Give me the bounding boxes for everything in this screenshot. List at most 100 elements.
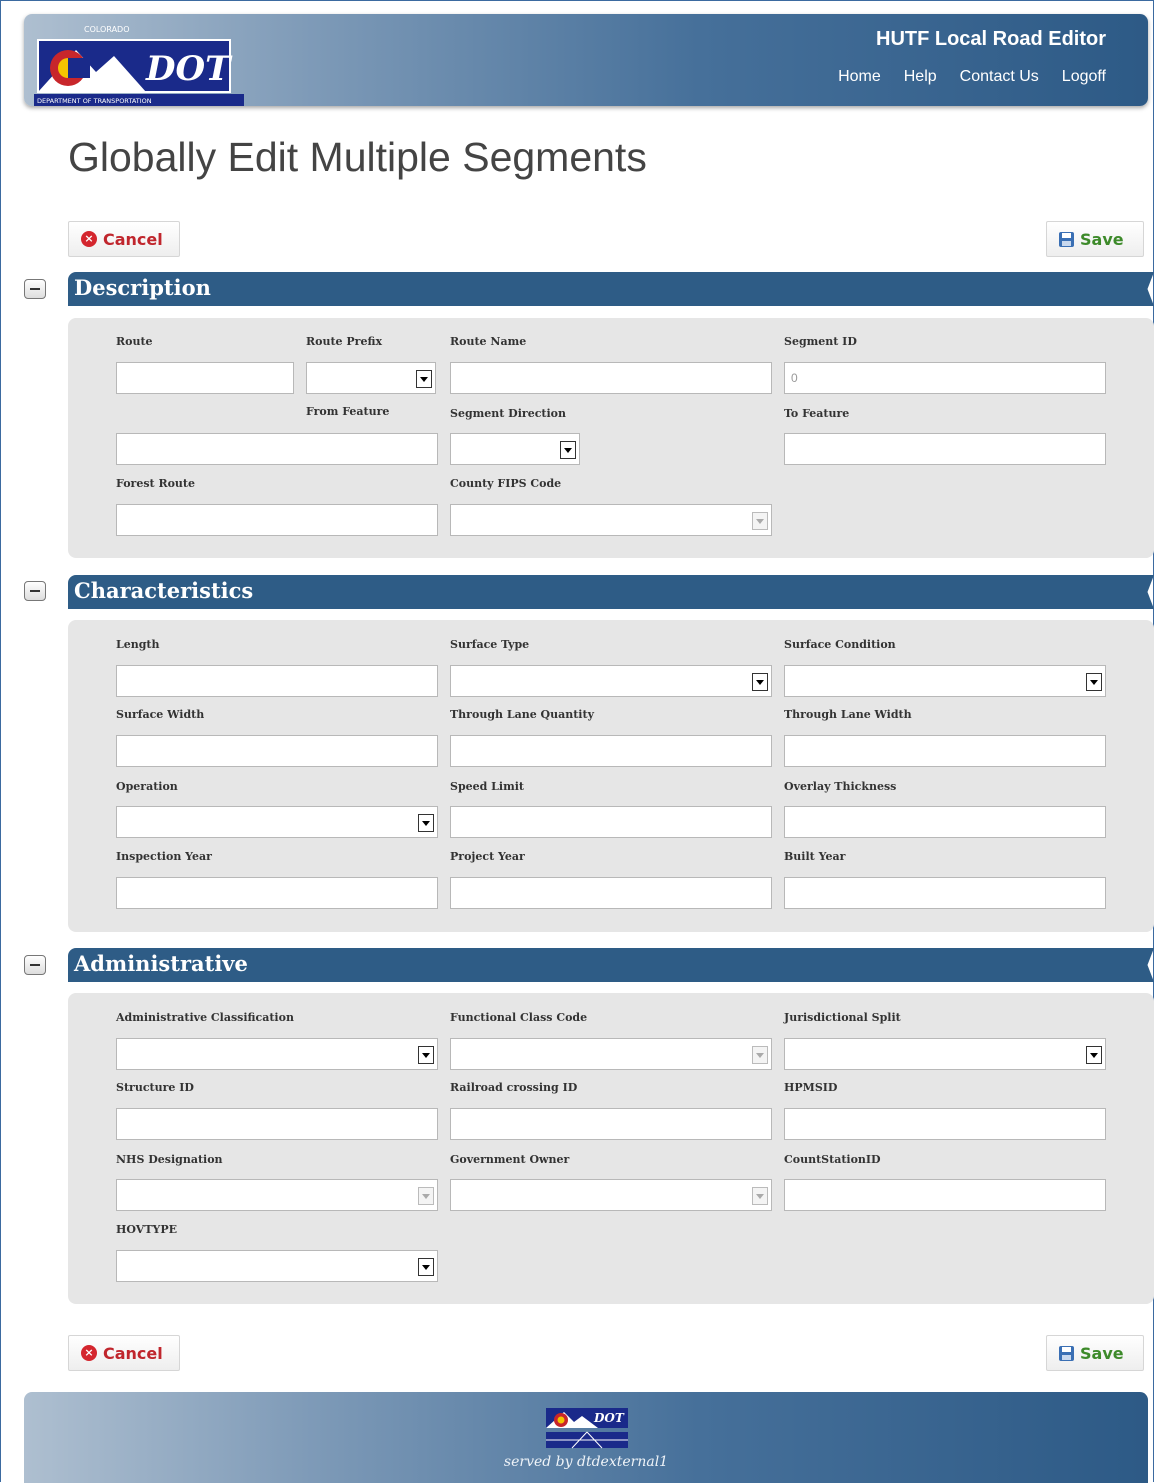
functional-class-label: Functional Class Code bbox=[450, 1011, 588, 1024]
administrative-header[interactable]: Administrative bbox=[68, 948, 1154, 982]
floppy-disk-icon bbox=[1059, 1345, 1074, 1361]
chevron-down-icon bbox=[418, 1046, 434, 1064]
hovtype-label: HOVTYPE bbox=[116, 1223, 178, 1236]
chevron-down-icon bbox=[752, 1187, 768, 1205]
overlay-thickness-label: Overlay Thickness bbox=[784, 780, 897, 793]
through-lane-quantity-label: Through Lane Quantity bbox=[450, 708, 594, 721]
speed-limit-label: Speed Limit bbox=[450, 780, 524, 793]
project-year-label: Project Year bbox=[450, 850, 525, 863]
top-nav: Home Help Contact Us Logoff bbox=[838, 68, 1106, 86]
chevron-down-icon bbox=[416, 370, 432, 388]
railroad-id-label: Railroad crossing ID bbox=[450, 1081, 578, 1094]
hovtype-select[interactable] bbox=[116, 1250, 438, 1282]
nhs-select[interactable] bbox=[116, 1179, 438, 1211]
cancel-icon: × bbox=[81, 1345, 97, 1361]
admin-class-select[interactable] bbox=[116, 1038, 438, 1070]
inspection-year-input[interactable] bbox=[116, 877, 438, 909]
forest-route-input[interactable] bbox=[116, 504, 438, 536]
save-label: Save bbox=[1080, 1343, 1124, 1363]
segment-direction-label: Segment Direction bbox=[450, 407, 566, 420]
admin-class-label: Administrative Classification bbox=[116, 1011, 294, 1024]
logo-top-text: COLORADO bbox=[84, 25, 130, 34]
from-feature-input[interactable] bbox=[116, 433, 438, 465]
forest-route-label: Forest Route bbox=[116, 477, 195, 490]
chevron-down-icon bbox=[418, 814, 434, 832]
railroad-id-input[interactable] bbox=[450, 1108, 772, 1140]
route-label: Route bbox=[116, 335, 153, 348]
nav-logoff-link[interactable]: Logoff bbox=[1062, 68, 1106, 86]
logo-bottom-text: DEPARTMENT OF TRANSPORTATION bbox=[37, 97, 152, 105]
speed-limit-input[interactable] bbox=[450, 806, 772, 838]
nav-home-link[interactable]: Home bbox=[838, 68, 881, 86]
collapse-description-toggle[interactable] bbox=[24, 279, 46, 299]
surface-type-select[interactable] bbox=[450, 665, 772, 697]
save-label: Save bbox=[1080, 229, 1124, 249]
floppy-disk-icon bbox=[1059, 231, 1074, 247]
juris-split-label: Jurisdictional Split bbox=[784, 1011, 901, 1024]
collapse-administrative-toggle[interactable] bbox=[24, 955, 46, 975]
header: COLORADO DOT DEPARTMENT OF TRANSPORTATIO… bbox=[24, 14, 1148, 106]
from-feature-label: From Feature bbox=[306, 405, 390, 418]
surface-type-label: Surface Type bbox=[450, 638, 530, 651]
segment-direction-select[interactable] bbox=[450, 433, 580, 465]
project-year-input[interactable] bbox=[450, 877, 772, 909]
route-name-label: Route Name bbox=[450, 335, 527, 348]
app-title: HUTF Local Road Editor bbox=[876, 28, 1106, 50]
hpmsid-input[interactable] bbox=[784, 1108, 1106, 1140]
route-prefix-label: Route Prefix bbox=[306, 335, 383, 348]
chevron-down-icon bbox=[560, 441, 576, 459]
description-title: Description bbox=[74, 275, 211, 300]
chevron-down-icon bbox=[1086, 673, 1102, 691]
hpmsid-label: HPMSID bbox=[784, 1081, 838, 1094]
to-feature-label: To Feature bbox=[784, 407, 850, 420]
juris-split-select[interactable] bbox=[784, 1038, 1106, 1070]
length-input[interactable] bbox=[116, 665, 438, 697]
footer-logo-text: DOT bbox=[593, 1411, 625, 1425]
cdot-logo[interactable]: COLORADO DOT DEPARTMENT OF TRANSPORTATIO… bbox=[34, 20, 264, 108]
chevron-down-icon bbox=[418, 1187, 434, 1205]
footer-cdot-logo: DOT bbox=[546, 1408, 628, 1449]
characteristics-header[interactable]: Characteristics bbox=[68, 575, 1154, 609]
description-header[interactable]: Description bbox=[68, 272, 1154, 306]
structure-id-label: Structure ID bbox=[116, 1081, 194, 1094]
chevron-down-icon bbox=[1086, 1046, 1102, 1064]
inspection-year-label: Inspection Year bbox=[116, 850, 212, 863]
route-prefix-select[interactable] bbox=[306, 362, 436, 394]
save-button-top[interactable]: Save bbox=[1046, 221, 1144, 257]
functional-class-select[interactable] bbox=[450, 1038, 772, 1070]
chevron-down-icon bbox=[752, 512, 768, 530]
to-feature-input[interactable] bbox=[784, 433, 1106, 465]
description-panel: Route Route Prefix Route Name Segment ID… bbox=[68, 318, 1154, 558]
county-fips-label: County FIPS Code bbox=[450, 477, 562, 490]
route-name-input[interactable] bbox=[450, 362, 772, 394]
page-title: Globally Edit Multiple Segments bbox=[68, 134, 647, 180]
county-fips-select[interactable] bbox=[450, 504, 772, 536]
operation-select[interactable] bbox=[116, 806, 438, 838]
segment-id-label: Segment ID bbox=[784, 335, 857, 348]
logo-main-text: DOT bbox=[145, 49, 233, 89]
nav-contact-link[interactable]: Contact Us bbox=[960, 68, 1039, 86]
surface-width-input[interactable] bbox=[116, 735, 438, 767]
collapse-characteristics-toggle[interactable] bbox=[24, 581, 46, 601]
operation-label: Operation bbox=[116, 780, 178, 793]
cancel-label: Cancel bbox=[103, 229, 163, 249]
gov-owner-select[interactable] bbox=[450, 1179, 772, 1211]
save-button-bottom[interactable]: Save bbox=[1046, 1335, 1144, 1371]
nhs-label: NHS Designation bbox=[116, 1153, 223, 1166]
nav-help-link[interactable]: Help bbox=[904, 68, 937, 86]
segment-id-input[interactable]: 0 bbox=[784, 362, 1106, 394]
administrative-title: Administrative bbox=[74, 951, 248, 976]
through-lane-width-input[interactable] bbox=[784, 735, 1106, 767]
countstation-input[interactable] bbox=[784, 1179, 1106, 1211]
structure-id-input[interactable] bbox=[116, 1108, 438, 1140]
chevron-down-icon bbox=[752, 673, 768, 691]
through-lane-quantity-input[interactable] bbox=[450, 735, 772, 767]
length-label: Length bbox=[116, 638, 160, 651]
cancel-button-top[interactable]: × Cancel bbox=[68, 221, 180, 257]
cancel-button-bottom[interactable]: × Cancel bbox=[68, 1335, 180, 1371]
built-year-input[interactable] bbox=[784, 877, 1106, 909]
route-input[interactable] bbox=[116, 362, 294, 394]
characteristics-title: Characteristics bbox=[74, 578, 254, 603]
overlay-thickness-input[interactable] bbox=[784, 806, 1106, 838]
surface-condition-select[interactable] bbox=[784, 665, 1106, 697]
